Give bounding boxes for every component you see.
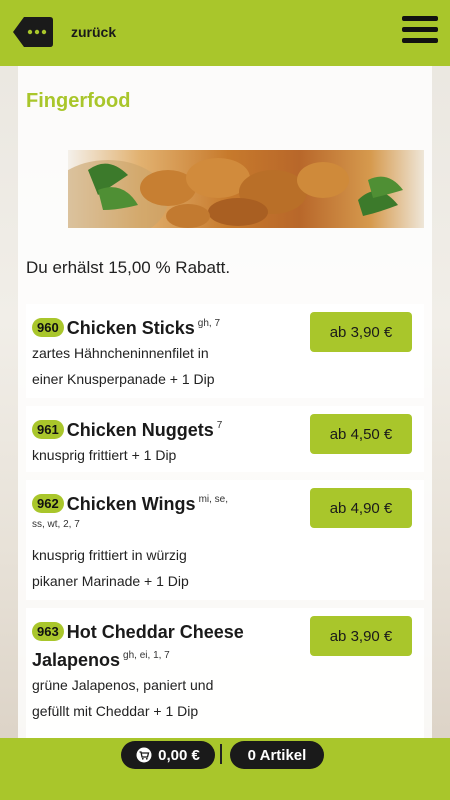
item-description: grüne Jalapenos, paniert und gefüllt mit…	[32, 672, 302, 724]
hamburger-icon	[402, 16, 438, 43]
cart-total: 0,00 €	[158, 746, 200, 764]
price-button[interactable]: ab 3,90 €	[310, 312, 412, 352]
back-tag-icon	[13, 17, 53, 47]
item-header: 960 Chicken Sticks gh, 7	[32, 314, 316, 342]
menu-content: Fingerfood Du erhälst 15,00 % Rabatt. 96…	[18, 66, 432, 738]
top-bar: zurück	[0, 0, 450, 66]
menu-button[interactable]	[402, 16, 438, 48]
item-name: Chicken Sticks	[66, 318, 195, 338]
back-button[interactable]	[12, 16, 54, 48]
item-description: zartes Hähncheninnenfilet in einer Knusp…	[32, 340, 302, 392]
item-name-continued: Jalapenos	[32, 650, 121, 670]
item-description-line: gefüllt mit Cheddar + 1 Dip	[32, 703, 199, 719]
cart-total-button[interactable]: 0,00 €	[121, 741, 215, 769]
item-number-badge: 961	[32, 420, 64, 439]
section-title: Fingerfood	[26, 90, 131, 112]
item-description: knusprig frittiert + 1 Dip	[32, 442, 302, 468]
item-name: Chicken Nuggets	[66, 420, 214, 440]
item-name: Hot Cheddar Cheese	[66, 622, 244, 642]
item-header: 961 Chicken Nuggets 7	[32, 416, 316, 444]
item-description: knusprig frittiert in würzig pikaner Mar…	[32, 542, 302, 594]
category-image	[68, 150, 424, 228]
item-header: 963 Hot Cheddar Cheese Jalapenos gh, ei, 1…	[32, 618, 316, 674]
item-allergens: 7	[216, 420, 223, 431]
item-allergens: gh, ei, 1, 7	[123, 650, 170, 661]
price-button[interactable]: ab 4,90 €	[310, 488, 412, 528]
item-description-line: zartes Hähncheninnenfilet in	[32, 345, 209, 361]
cart-icon	[136, 747, 152, 763]
item-allergens: gh, 7	[197, 318, 221, 329]
article-count-button[interactable]: 0 Artikel	[230, 741, 324, 769]
item-allergens-continued: ss, wt, 2, 7	[32, 519, 80, 530]
price-button[interactable]: ab 4,50 €	[310, 414, 412, 454]
item-number-badge: 963	[32, 622, 64, 641]
divider	[220, 744, 222, 764]
item-name: Chicken Wings	[66, 494, 196, 514]
discount-text: Du erhälst 15,00 % Rabatt.	[26, 258, 231, 277]
item-header: 962 Chicken Wings mi, se, ss, wt, 2, 7	[32, 490, 316, 532]
item-description-line: knusprig frittiert in würzig	[32, 547, 187, 563]
item-allergens: mi, se,	[198, 494, 229, 505]
menu-item[interactable]: 961 Chicken Nuggets 7 knusprig frittiert +…	[26, 406, 424, 472]
item-description-line: knusprig frittiert + 1 Dip	[32, 447, 177, 463]
menu-item[interactable]: 960 Chicken Sticks gh, 7 zartes Hähnchenin…	[26, 304, 424, 398]
menu-item[interactable]: 962 Chicken Wings mi, se, ss, wt, 2, 7 knu…	[26, 480, 424, 600]
item-number-badge: 960	[32, 318, 64, 337]
menu-item[interactable]: 963 Hot Cheddar Cheese Jalapenos gh, ei, 1…	[26, 608, 424, 738]
cart-bar: 0,00 € 0 Artikel	[0, 738, 450, 800]
item-description-line: pikaner Marinade + 1 Dip	[32, 573, 189, 589]
back-label[interactable]: zurück	[71, 24, 116, 40]
item-description-line: grüne Jalapenos, paniert und	[32, 677, 214, 693]
item-number-badge: 962	[32, 494, 64, 513]
item-description-line: einer Knusperpanade + 1 Dip	[32, 371, 215, 387]
price-button[interactable]: ab 3,90 €	[310, 616, 412, 656]
